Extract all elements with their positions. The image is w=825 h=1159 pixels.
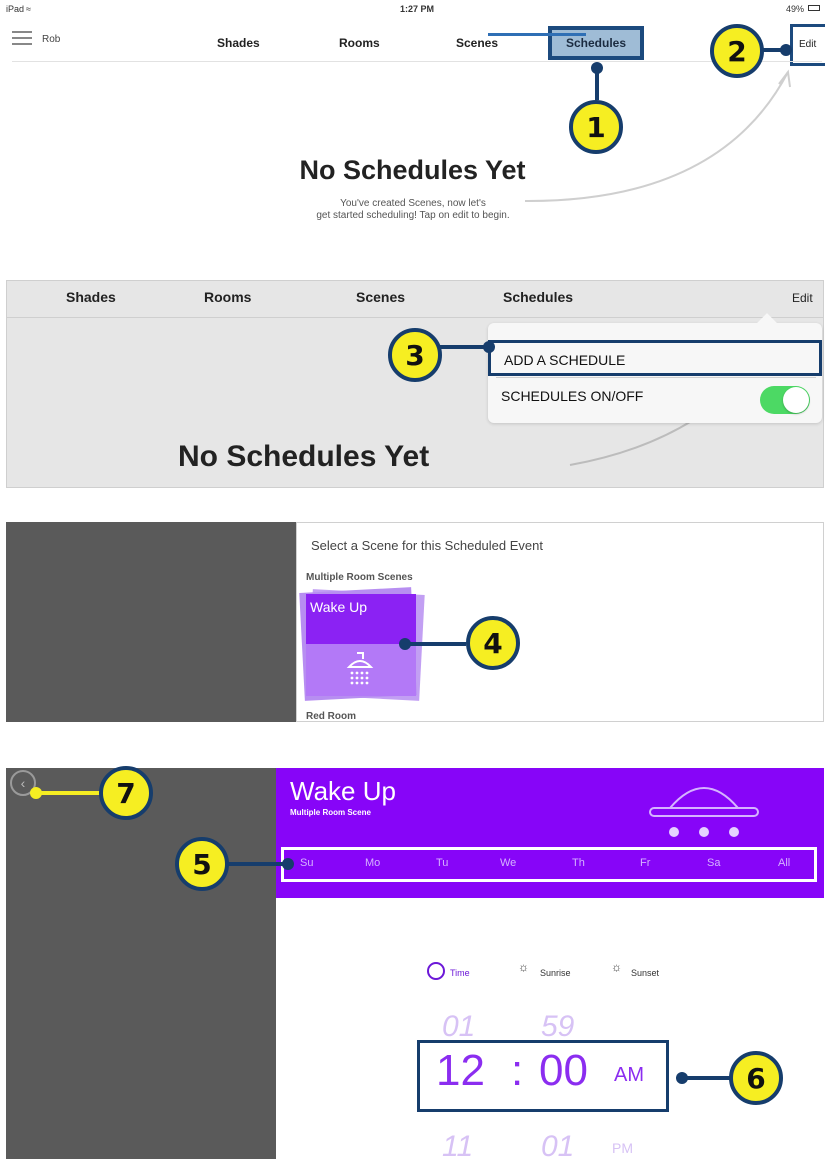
callout-3: 3	[388, 328, 442, 382]
day-tuesday[interactable]: Tu	[436, 857, 448, 869]
tab-shades[interactable]: Shades	[66, 289, 116, 305]
picker-ampm[interactable]: AM	[614, 1064, 644, 1087]
edit-button[interactable]: Edit	[792, 291, 813, 305]
mode-tab-time[interactable]: Time	[450, 968, 470, 978]
empty-subtitle-line1: You've created Scenes, now let's	[340, 198, 486, 209]
shower-icon	[346, 652, 374, 685]
callout-1-line	[595, 64, 599, 100]
menu-icon[interactable]	[12, 31, 32, 45]
callout-5-dot	[282, 858, 294, 870]
chevron-left-icon: ‹	[20, 775, 26, 791]
callout-2-dot	[780, 44, 792, 56]
tab-schedules[interactable]: Schedules	[503, 289, 573, 305]
picker-separator: :	[511, 1046, 524, 1095]
callout-4: 4	[466, 616, 520, 670]
scene-card-title: Wake Up	[310, 599, 368, 615]
scene-type: Multiple Room Scene	[290, 808, 371, 817]
alarm-clock-icon	[427, 962, 445, 980]
picker-prev-hour[interactable]: 01	[442, 1010, 475, 1044]
wifi-icon: ≈	[26, 4, 31, 14]
picker-hour[interactable]: 12	[436, 1046, 485, 1096]
empty-state-title: No Schedules Yet	[178, 440, 430, 473]
day-all[interactable]: All	[778, 857, 790, 869]
day-selector	[281, 847, 817, 882]
picker-prev-minute[interactable]: 59	[541, 1010, 574, 1044]
picker-next-minute[interactable]: 01	[541, 1130, 574, 1159]
scene-title: Wake Up	[290, 776, 396, 806]
day-wednesday[interactable]: We	[500, 857, 516, 869]
status-battery: 49%	[786, 4, 805, 14]
scene-list-background	[6, 522, 296, 722]
callout-3-dot	[483, 341, 495, 353]
tab-scenes[interactable]: Scenes	[356, 289, 405, 305]
selected-time: 12:00 AM	[465, 908, 635, 952]
callout-6: 6	[729, 1051, 783, 1105]
day-sunday[interactable]: Su	[300, 857, 313, 869]
sunrise-icon: ☼	[518, 960, 529, 974]
day-friday[interactable]: Fr	[640, 857, 650, 869]
schedules-toggle-label: SCHEDULES ON/OFF	[501, 388, 644, 404]
callout-3-line	[440, 345, 488, 349]
edit-label: Edit	[799, 39, 817, 50]
battery-icon	[808, 5, 820, 11]
active-tab-indicator	[488, 33, 586, 36]
add-schedule-item[interactable]: ADD A SCHEDULE	[488, 340, 822, 376]
mode-tab-sunrise[interactable]: Sunrise	[540, 968, 571, 978]
callout-7: 7	[99, 766, 153, 820]
callout-5: 5	[175, 837, 229, 891]
hint-arrow	[524, 69, 791, 203]
picker-next-ampm[interactable]: PM	[612, 1140, 633, 1156]
empty-state-subtitle: You've created Scenes, now let's get sta…	[283, 198, 543, 222]
callout-1: 1	[569, 100, 623, 154]
tab-rooms[interactable]: Rooms	[204, 289, 251, 305]
day-saturday[interactable]: Sa	[707, 857, 720, 869]
callout-4-line	[404, 642, 466, 646]
toggle-knob	[783, 387, 809, 413]
status-device: iPad	[6, 4, 25, 14]
callout-6-line	[681, 1076, 731, 1080]
panel-schedules-empty: iPad ≈ 1:27 PM 49% Rob Shades Rooms Scen…	[0, 0, 825, 248]
tab-schedules[interactable]: Schedules	[548, 26, 644, 60]
picker-minute[interactable]: 00	[539, 1046, 588, 1096]
callout-5-line	[228, 862, 288, 866]
status-time: 1:27 PM	[400, 4, 435, 14]
group-label: Multiple Room Scenes	[306, 572, 413, 583]
sunset-icon: ☼	[611, 960, 622, 974]
scene-picker-title: Select a Scene for this Scheduled Event	[311, 538, 543, 553]
mode-tab-sunset[interactable]: Sunset	[631, 968, 659, 978]
scene-detail-background	[6, 768, 276, 1159]
tab-rooms[interactable]: Rooms	[339, 36, 380, 50]
picker-next-row: 11 01 PM	[276, 1126, 824, 1159]
nav-divider	[7, 317, 823, 318]
empty-subtitle-line2: get started scheduling! Tap on edit to b…	[316, 210, 510, 221]
tab-scenes[interactable]: Scenes	[456, 36, 498, 50]
tab-shades[interactable]: Shades	[217, 36, 260, 50]
group-label: Red Room	[306, 711, 356, 722]
user-name[interactable]: Rob	[42, 34, 60, 45]
menu-divider	[496, 377, 816, 378]
shower-icon	[649, 787, 759, 837]
tab-schedules-label: Schedules	[565, 36, 627, 50]
callout-7-line	[36, 791, 100, 795]
empty-state-title: No Schedules Yet	[299, 155, 526, 185]
callout-2: 2	[710, 24, 764, 78]
day-monday[interactable]: Mo	[365, 857, 380, 869]
day-thursday[interactable]: Th	[572, 857, 585, 869]
picker-next-hour[interactable]: 11	[442, 1130, 473, 1159]
